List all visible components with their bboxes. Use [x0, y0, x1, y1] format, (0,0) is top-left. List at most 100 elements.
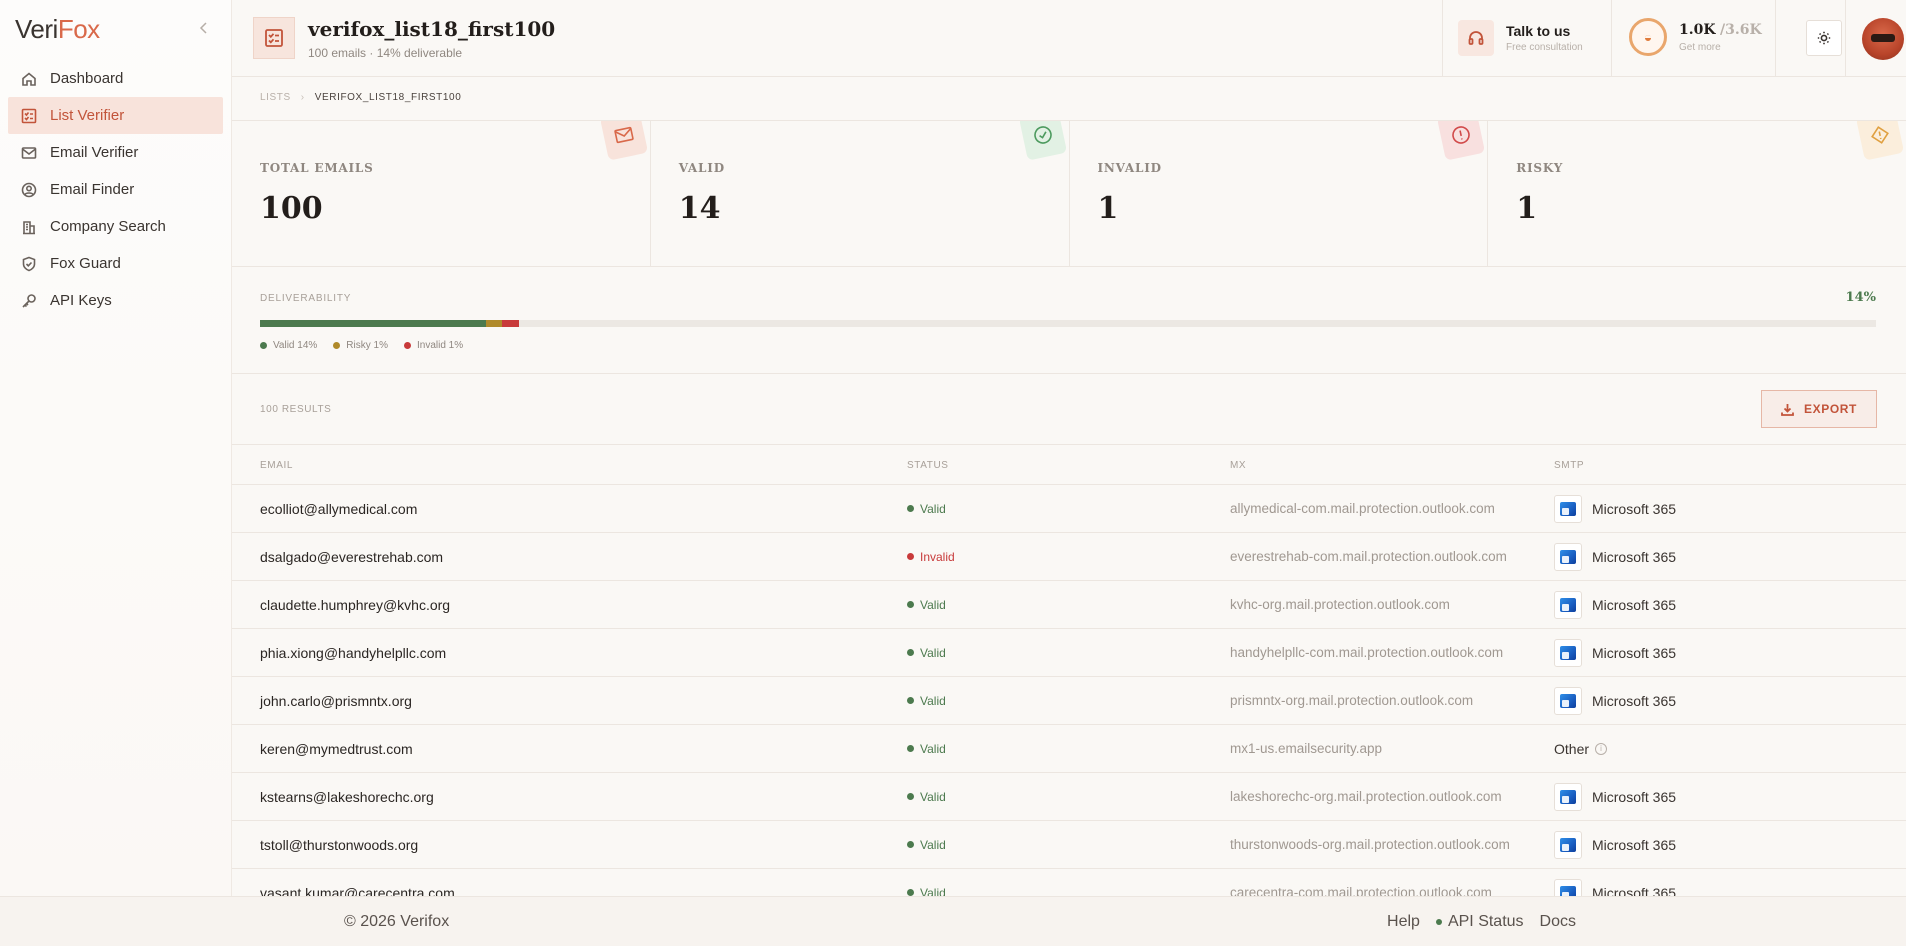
- sidebar-item-email-finder[interactable]: Email Finder: [8, 171, 223, 208]
- sidebar-item-label: Email Verifier: [50, 144, 139, 161]
- verifox-logo[interactable]: VeriFox: [15, 14, 100, 45]
- sidebar-item-label: Company Search: [50, 218, 166, 235]
- mx-cell: thurstonwoods-org.mail.protection.outloo…: [1230, 837, 1510, 852]
- stat-card-risky: RISKY 1: [1488, 121, 1906, 266]
- footer-api-status-link[interactable]: API Status: [1435, 913, 1524, 931]
- email-cell: ecolliot@allymedical.com: [260, 500, 418, 517]
- email-cell: phia.xiong@handyhelpllc.com: [260, 644, 447, 661]
- table-row[interactable]: claudette.humphrey@kvhc.org Valid kvhc-org…: [232, 581, 1906, 629]
- table-row[interactable]: john.carlo@prismntx.org Valid prismntx-org…: [232, 677, 1906, 725]
- credits-widget[interactable]: ◒ 1.0K /3.6K Get more: [1629, 18, 1762, 56]
- smtp-cell: Microsoft 365: [1554, 773, 1676, 820]
- status-cell: Valid: [907, 821, 946, 868]
- breadcrumb: LISTS › VERIFOX_LIST18_FIRST100: [260, 92, 461, 103]
- legend-dot: [333, 342, 341, 349]
- status-dot: [907, 889, 914, 896]
- talk-to-us-button[interactable]: Talk to us Free consultation: [1458, 20, 1583, 56]
- smtp-label: Microsoft 365: [1592, 500, 1677, 517]
- theme-toggle-button[interactable]: [1806, 20, 1842, 56]
- status-label: Valid: [920, 693, 946, 708]
- status-label: Valid: [920, 741, 946, 756]
- alert-diamond-icon: [1855, 121, 1905, 161]
- smtp-cell: Other i: [1554, 725, 1608, 772]
- table-row[interactable]: dsalgado@everestrehab.com Invalid everestr…: [232, 533, 1906, 581]
- stat-value: 100: [260, 191, 323, 226]
- breadcrumb-lists-link[interactable]: LISTS: [260, 92, 291, 103]
- email-cell: vasant.kumar@carecentra.com: [260, 884, 455, 897]
- headset-icon: [1458, 20, 1494, 56]
- smtp-label: Microsoft 365: [1592, 596, 1677, 613]
- column-header-smtp[interactable]: SMTP: [1554, 460, 1584, 471]
- microsoft-outlook-icon: [1554, 686, 1582, 715]
- sidebar-item-list-verifier[interactable]: List Verifier: [8, 97, 223, 134]
- column-header-mx[interactable]: MX: [1230, 460, 1246, 471]
- legend-dot: [260, 342, 267, 349]
- mx-cell: mx1-us.emailsecurity.app: [1230, 741, 1383, 756]
- mail-icon: [599, 121, 648, 161]
- status-label: Invalid: [920, 549, 955, 564]
- table-row[interactable]: keren@mymedtrust.com Valid mx1-us.emailsec…: [232, 725, 1906, 773]
- table-row[interactable]: ecolliot@allymedical.com Valid allymedical…: [232, 485, 1906, 533]
- footer-help-link[interactable]: Help: [1387, 913, 1420, 931]
- status-label: Valid: [920, 597, 946, 612]
- microsoft-outlook-icon: [1554, 830, 1582, 859]
- api-status-label: API Status: [1447, 913, 1524, 930]
- sidebar-item-api-keys[interactable]: API Keys: [8, 282, 223, 319]
- results-table: ecolliot@allymedical.com Valid allymedical…: [232, 485, 1906, 896]
- status-label: Valid: [920, 837, 946, 852]
- info-icon[interactable]: i: [1595, 742, 1608, 755]
- sidebar-item-email-verifier[interactable]: Email Verifier: [8, 134, 223, 171]
- legend-dot: [403, 342, 411, 349]
- sidebar: VeriFox Dashboard List Verifier Email Ve…: [0, 0, 232, 896]
- legend-item-invalid: Invalid 1%: [403, 340, 463, 351]
- smtp-label: Microsoft 365: [1592, 788, 1677, 805]
- status-cell: Valid: [907, 677, 946, 724]
- table-row[interactable]: tstoll@thurstonwoods.org Valid thurstonwoo…: [232, 821, 1906, 869]
- deliverability-legend: Valid 14% Risky 1% Invalid 1%: [260, 340, 479, 351]
- sidebar-item-label: Dashboard: [50, 70, 124, 87]
- status-cell: Valid: [907, 629, 946, 676]
- footer-docs-link[interactable]: Docs: [1540, 913, 1576, 931]
- credits-get-more: Get more: [1679, 42, 1721, 53]
- key-icon: [22, 293, 36, 308]
- status-cell: Valid: [907, 869, 946, 896]
- avatar[interactable]: [1862, 18, 1904, 60]
- table-row[interactable]: vasant.kumar@carecentra.com Valid carecent…: [232, 869, 1906, 896]
- sidebar-item-label: API Keys: [50, 292, 112, 309]
- status-dot: [907, 505, 914, 512]
- status-dot: [907, 697, 914, 704]
- sidebar-item-company-search[interactable]: Company Search: [8, 208, 223, 245]
- stats-cards: TOTAL EMAILS 100 VALID 14 INVALID 1 RISK…: [232, 121, 1906, 267]
- breadcrumb-current: VERIFOX_LIST18_FIRST100: [314, 92, 462, 103]
- check-circle-icon: [1018, 121, 1067, 161]
- page-title: verifox_list18_first100: [308, 17, 556, 41]
- mx-cell: prismntx-org.mail.protection.outlook.com: [1230, 693, 1474, 708]
- email-cell: tstoll@thurstonwoods.org: [260, 836, 419, 853]
- shield-icon: [22, 256, 36, 271]
- sun-icon: [1817, 31, 1831, 45]
- table-row[interactable]: phia.xiong@handyhelpllc.com Valid handyhel…: [232, 629, 1906, 677]
- email-cell: keren@mymedtrust.com: [260, 740, 413, 757]
- smtp-cell: Microsoft 365: [1554, 485, 1676, 532]
- credits-value: 1.0K: [1679, 22, 1716, 38]
- status-label: Valid: [920, 501, 946, 516]
- deliverability-segment-valid: [260, 320, 487, 327]
- page-header: verifox_list18_first100 100 emails · 14%…: [232, 0, 1906, 77]
- export-button[interactable]: EXPORT: [1761, 390, 1877, 428]
- legend-label: Risky 1%: [346, 340, 388, 351]
- smtp-label: Microsoft 365: [1592, 644, 1677, 661]
- column-header-status[interactable]: STATUS: [907, 460, 949, 471]
- results-count: 100 RESULTS: [260, 404, 332, 415]
- collapse-sidebar-icon[interactable]: [197, 18, 211, 38]
- microsoft-outlook-icon: [1554, 782, 1582, 811]
- column-header-email[interactable]: EMAIL: [260, 460, 293, 471]
- sidebar-item-dashboard[interactable]: Dashboard: [8, 60, 223, 97]
- list-check-icon: [265, 29, 283, 47]
- table-row[interactable]: kstearns@lakeshorechc.org Valid lakeshorec…: [232, 773, 1906, 821]
- mx-cell: everestrehab-com.mail.protection.outlook…: [1230, 549, 1507, 564]
- deliverability-bar: [260, 320, 1876, 327]
- mx-cell: lakeshorechc-org.mail.protection.outlook…: [1230, 789, 1502, 804]
- sidebar-item-fox-guard[interactable]: Fox Guard: [8, 245, 223, 282]
- sidebar-item-label: Fox Guard: [50, 255, 121, 272]
- stat-value: 1: [1516, 191, 1538, 226]
